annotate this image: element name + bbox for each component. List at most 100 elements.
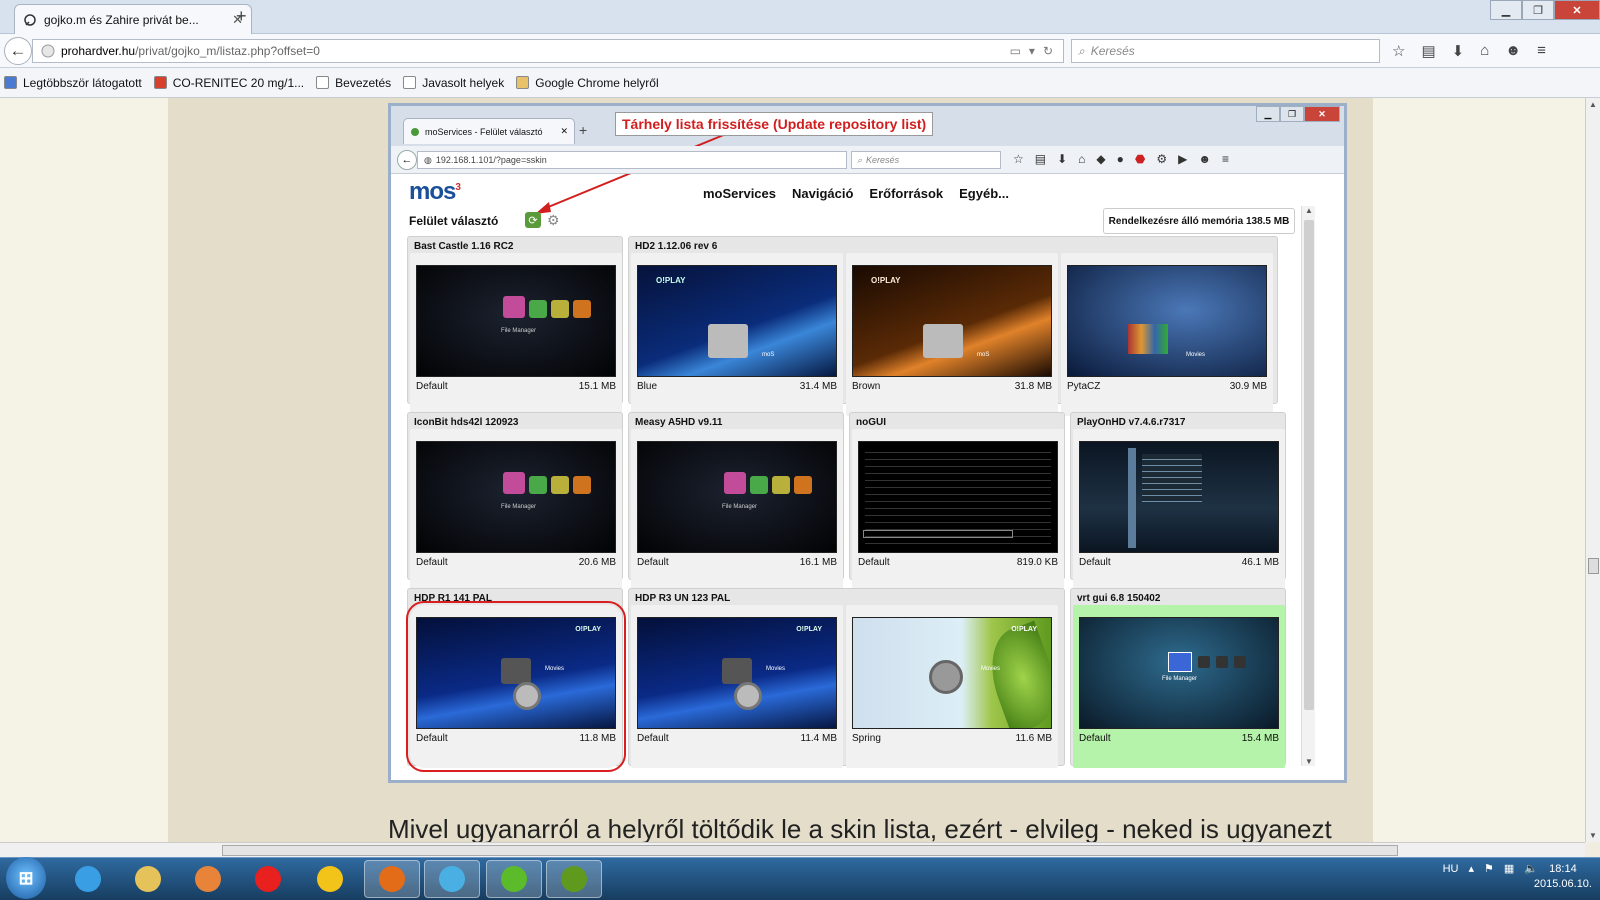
skin-thumbnail: File Manager — [416, 441, 616, 553]
folder-icon — [516, 76, 530, 89]
language-indicator[interactable]: HU — [1443, 863, 1459, 875]
bookmark-item[interactable]: Google Chrome helyről — [516, 76, 659, 90]
globe-app-icon — [561, 866, 587, 892]
skin-name: Default — [637, 733, 669, 744]
skin-group-title: IconBit hds42l 120923 — [414, 417, 519, 428]
skin-name: Default — [1079, 557, 1111, 568]
close-window-button[interactable]: ✕ — [1554, 0, 1600, 20]
reader-view-icon[interactable]: ▭ — [1010, 44, 1021, 58]
skin-card: O!PLAY moS Blue 31.4 MB — [631, 253, 843, 416]
dropdown-icon[interactable]: ▾ — [1029, 44, 1035, 58]
thumb-caption: O!PLAY — [796, 626, 822, 633]
skin-group-title: HD2 1.12.06 rev 6 — [635, 241, 718, 252]
reload-icon[interactable]: ↻ — [1043, 44, 1053, 58]
vertical-scrollbar[interactable]: ▲ ▼ — [1585, 98, 1600, 842]
windows-taskbar: ⊞ HU ▴ ⚑ ▦ 🔈 18:14 2015.06.10. — [0, 857, 1600, 900]
skin-name: Default — [416, 557, 448, 568]
bookmarks-bar: Legtöbbször látogatott CO-RENITEC 20 mg/1… — [0, 68, 1600, 98]
maximize-button[interactable]: ❐ — [1522, 0, 1554, 20]
network-tray-icon[interactable]: ▦ — [1504, 862, 1514, 875]
thumb-caption: Movies — [766, 666, 786, 672]
bookmark-item[interactable]: Javasolt helyek — [403, 76, 504, 90]
back-button[interactable]: ← — [4, 37, 32, 65]
skin-size: 11.4 MB — [800, 733, 838, 744]
menu-icon[interactable]: ≡ — [1537, 42, 1546, 60]
minimize-button[interactable]: ▁ — [1490, 0, 1522, 20]
ie-icon — [75, 866, 101, 892]
skin-group-title: noGUI — [856, 417, 886, 428]
start-button[interactable]: ⊞ — [6, 857, 46, 899]
skin-grid: Bast Castle 1.16 RC2 File Manager Default… — [391, 106, 1301, 786]
inner-scrollbar: ▲ ▼ — [1301, 206, 1315, 766]
skin-name: Default — [416, 733, 448, 744]
skin-thumbnail: O!PLAY Movies — [416, 617, 616, 729]
url-bar[interactable]: prohardver.hu/privat/gojko_m/listaz.php?… — [32, 39, 1064, 63]
skin-thumbnail: O!PLAY Movies — [637, 617, 837, 729]
bookmark-folder-icon — [4, 76, 17, 89]
thumb-caption: Movies — [1186, 352, 1206, 358]
skin-name: Brown — [852, 381, 881, 392]
thumb-caption: File Manager — [501, 504, 537, 510]
new-tab-button[interactable]: + — [236, 6, 247, 27]
home-icon[interactable]: ⌂ — [1480, 42, 1489, 60]
taskbar-app-button[interactable] — [486, 860, 542, 898]
page-icon — [403, 76, 417, 89]
skin-name: Blue — [637, 381, 658, 392]
taskbar-app-button[interactable] — [240, 860, 296, 898]
taskbar-app-button[interactable] — [302, 860, 358, 898]
skin-group-title: Measy A5HD v9.11 — [635, 417, 723, 428]
skin-card: File Manager Default 20.6 MB — [410, 429, 622, 592]
bookmark-item[interactable]: CO-RENITEC 20 mg/1... — [153, 75, 305, 90]
skin-group-title: HDP R3 UN 123 PAL — [635, 593, 731, 604]
download-icon[interactable]: ⬇ — [1452, 42, 1465, 60]
taskbar-app-button[interactable] — [546, 860, 602, 898]
skin-name: PytaCZ — [1067, 381, 1101, 392]
taskbar-app-button[interactable] — [120, 860, 176, 898]
skin-size: 31.4 MB — [799, 381, 837, 392]
bookmarks-list-icon[interactable]: ▤ — [1421, 42, 1435, 60]
clock-time: 18:14 — [1549, 863, 1577, 875]
browser-titlebar: gojko.m és Zahire privát be... ✕ + ▁ ❐ ✕ — [0, 0, 1600, 34]
browser-tab[interactable]: gojko.m és Zahire privát be... ✕ — [14, 4, 252, 34]
skin-group: Measy A5HD v9.11 File Manager Default 16.1… — [628, 412, 844, 592]
action-center-flag-icon[interactable]: ⚑ — [1484, 862, 1494, 875]
skin-card: O!PLAY moS Brown 31.8 MB — [846, 253, 1058, 416]
skin-thumbnail: File Manager — [1079, 617, 1279, 729]
utorrent-icon — [501, 866, 527, 892]
taskbar-app-button[interactable] — [364, 860, 420, 898]
search-input[interactable]: ⌕ Keresés — [1071, 39, 1380, 63]
site-favicon-icon — [24, 13, 36, 26]
skin-group-title: PlayOnHD v7.4.6.r7317 — [1077, 417, 1186, 428]
bookmark-star-icon[interactable]: ☆ — [1392, 42, 1405, 60]
chat-icon[interactable]: ☻ — [1505, 42, 1521, 60]
bookmark-item[interactable]: Bevezetés — [316, 76, 391, 90]
skin-name: Default — [637, 557, 669, 568]
taskbar-app-button[interactable] — [60, 860, 116, 898]
clock[interactable]: 18:14 2015.06.10. — [1534, 862, 1592, 892]
tray-arrow-icon[interactable]: ▴ — [1468, 862, 1474, 875]
bookmark-label: Javasolt helyek — [422, 75, 505, 90]
skin-group: PlayOnHD v7.4.6.r7317 Default 46.1 MB — [1070, 412, 1286, 592]
taskbar-app-button[interactable] — [180, 860, 236, 898]
bookmark-label: CO-RENITEC 20 mg/1... — [172, 75, 305, 90]
thumb-caption: Movies — [981, 666, 1001, 672]
skin-group: IconBit hds42l 120923 File Manager Defaul… — [407, 412, 623, 592]
horizontal-scrollbar[interactable] — [0, 842, 1585, 857]
tab-title: gojko.m és Zahire privát be... — [44, 12, 199, 27]
article-text: Mivel ugyanarról a helyről töltődik le a… — [388, 814, 1332, 842]
skin-size: 30.9 MB — [1229, 381, 1267, 392]
skin-size: 20.6 MB — [578, 557, 616, 568]
taskbar-app-button[interactable] — [424, 860, 480, 898]
skin-size: 31.8 MB — [1014, 381, 1052, 392]
search-placeholder: Keresés — [1090, 44, 1135, 58]
page-icon — [316, 76, 330, 89]
globe-icon — [41, 44, 55, 58]
skin-thumbnail: O!PLAY moS — [852, 265, 1052, 377]
skin-card: File Manager Default 16.1 MB — [631, 429, 843, 592]
thumb-caption: O!PLAY — [871, 276, 901, 285]
skin-card: Default 46.1 MB — [1073, 429, 1285, 592]
inner-close-icon: ✕ — [1304, 106, 1340, 122]
skin-name: Spring — [852, 733, 881, 744]
bookmark-item[interactable]: Legtöbbször látogatott — [4, 76, 142, 90]
skin-card: O!PLAY Movies Default 11.4 MB — [631, 605, 843, 768]
